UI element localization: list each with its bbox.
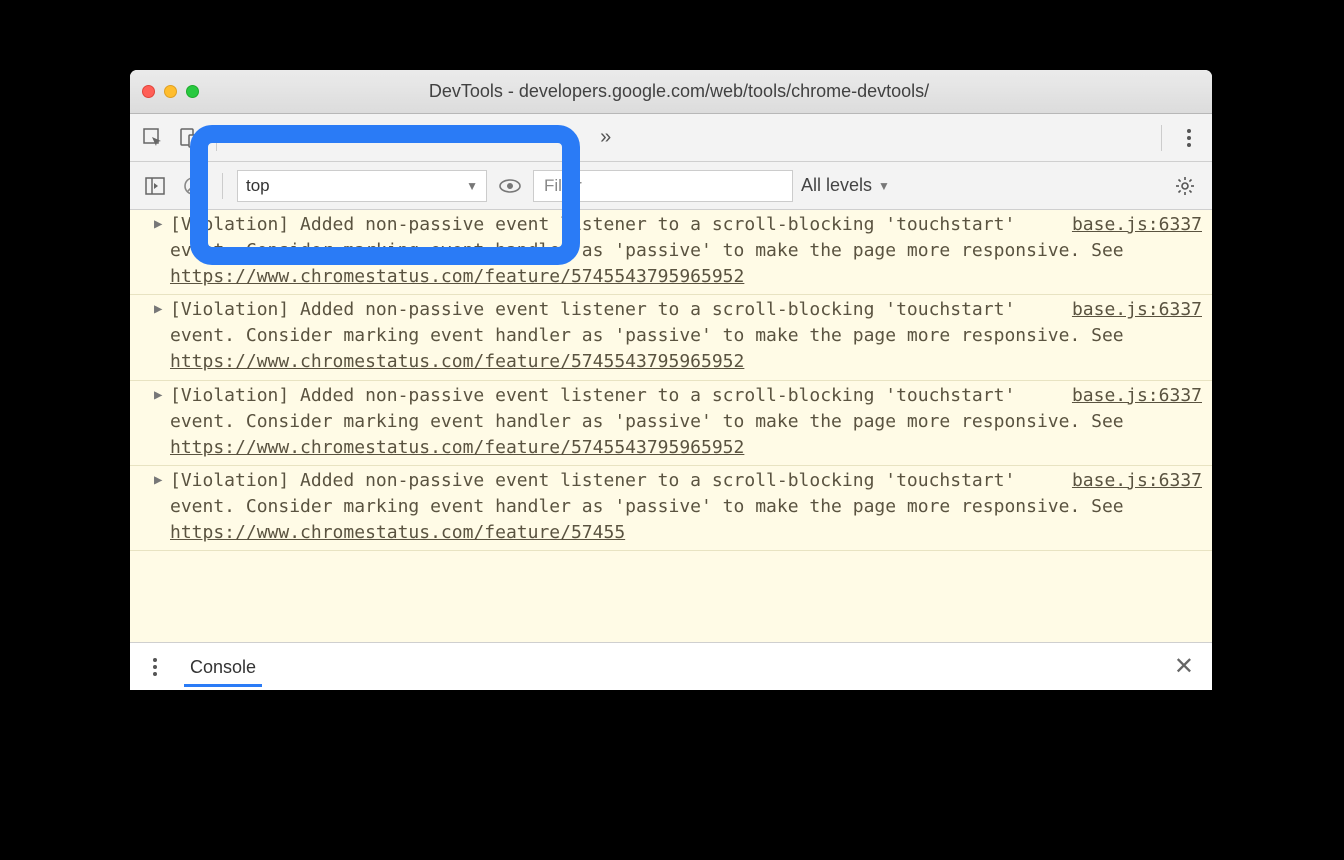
- separator: [1161, 125, 1162, 151]
- device-toolbar-icon[interactable]: [174, 123, 204, 153]
- log-message-text: [Violation] Added non-passive event list…: [170, 214, 1124, 287]
- window-minimize-button[interactable]: [164, 85, 177, 98]
- separator: [216, 125, 217, 151]
- expand-caret-icon[interactable]: ▶: [154, 299, 162, 319]
- inspect-element-icon[interactable]: [138, 123, 168, 153]
- log-message-link[interactable]: https://www.chromestatus.com/feature/574…: [170, 437, 744, 458]
- window-titlebar: DevTools - developers.google.com/web/too…: [130, 70, 1212, 114]
- console-log-list: ▶base.js:6337[Violation] Added non-passi…: [130, 210, 1212, 642]
- window-traffic-lights: [142, 85, 199, 98]
- log-message-text: [Violation] Added non-passive event list…: [170, 385, 1124, 458]
- console-settings-gear-icon[interactable]: [1172, 171, 1202, 201]
- log-source-link[interactable]: base.js:6337: [1072, 212, 1202, 238]
- tabs-overflow-icon[interactable]: »: [590, 126, 621, 149]
- log-levels-dropdown[interactable]: All levels ▼: [801, 175, 890, 196]
- log-message-text: [Violation] Added non-passive event list…: [170, 299, 1124, 372]
- tab-network[interactable]: Network: [337, 127, 439, 148]
- devtools-window: DevTools - developers.google.com/web/too…: [130, 70, 1212, 690]
- clear-console-icon[interactable]: [178, 171, 208, 201]
- log-source-link[interactable]: base.js:6337: [1072, 383, 1202, 409]
- drawer-bar: Console ✕: [130, 642, 1212, 690]
- expand-caret-icon[interactable]: ▶: [154, 385, 162, 405]
- kebab-menu-icon[interactable]: [1174, 123, 1204, 153]
- log-source-link[interactable]: base.js:6337: [1072, 297, 1202, 323]
- chevron-down-icon: ▼: [466, 179, 478, 193]
- expand-caret-icon[interactable]: ▶: [154, 470, 162, 490]
- log-message-link[interactable]: https://www.chromestatus.com/feature/574…: [170, 351, 744, 372]
- log-message-link[interactable]: https://www.chromestatus.com/feature/574…: [170, 522, 625, 543]
- window-close-button[interactable]: [142, 85, 155, 98]
- console-log-row[interactable]: ▶ base.js:6337[Violation] Added non-passi…: [130, 295, 1212, 380]
- console-log-row[interactable]: ▶ base.js:6337[Violation] Added non-passi…: [130, 381, 1212, 466]
- tab-sources[interactable]: Sources: [229, 127, 331, 148]
- drawer-kebab-menu-icon[interactable]: [140, 652, 170, 682]
- live-expression-icon[interactable]: [495, 171, 525, 201]
- show-console-sidebar-icon[interactable]: [140, 171, 170, 201]
- drawer-tab-console[interactable]: Console: [184, 647, 262, 686]
- console-log-row[interactable]: ▶ base.js:6337[Violation] Added non-passi…: [130, 210, 1212, 295]
- log-message-link[interactable]: https://www.chromestatus.com/feature/574…: [170, 266, 744, 287]
- console-filter-input[interactable]: [533, 170, 793, 202]
- window-zoom-button[interactable]: [186, 85, 199, 98]
- log-message-text: [Violation] Added non-passive event list…: [170, 470, 1124, 543]
- console-log-row[interactable]: ▶ base.js:6337[Violation] Added non-passi…: [130, 466, 1212, 551]
- separator: [222, 173, 223, 199]
- log-levels-label: All levels: [801, 175, 872, 196]
- context-selector[interactable]: top ▼: [237, 170, 487, 202]
- panel-tabs: Sources Network Performance »: [130, 114, 1212, 162]
- chevron-down-icon: ▼: [878, 179, 890, 193]
- tab-performance[interactable]: Performance: [445, 127, 584, 148]
- log-source-link[interactable]: base.js:6337: [1072, 468, 1202, 494]
- context-selector-value: top: [246, 176, 270, 196]
- console-toolbar: top ▼ All levels ▼: [130, 162, 1212, 210]
- window-title: DevTools - developers.google.com/web/too…: [208, 81, 1200, 102]
- drawer-tab-label: Console: [190, 657, 256, 677]
- drawer-close-icon[interactable]: ✕: [1166, 648, 1202, 685]
- expand-caret-icon[interactable]: ▶: [154, 214, 162, 234]
